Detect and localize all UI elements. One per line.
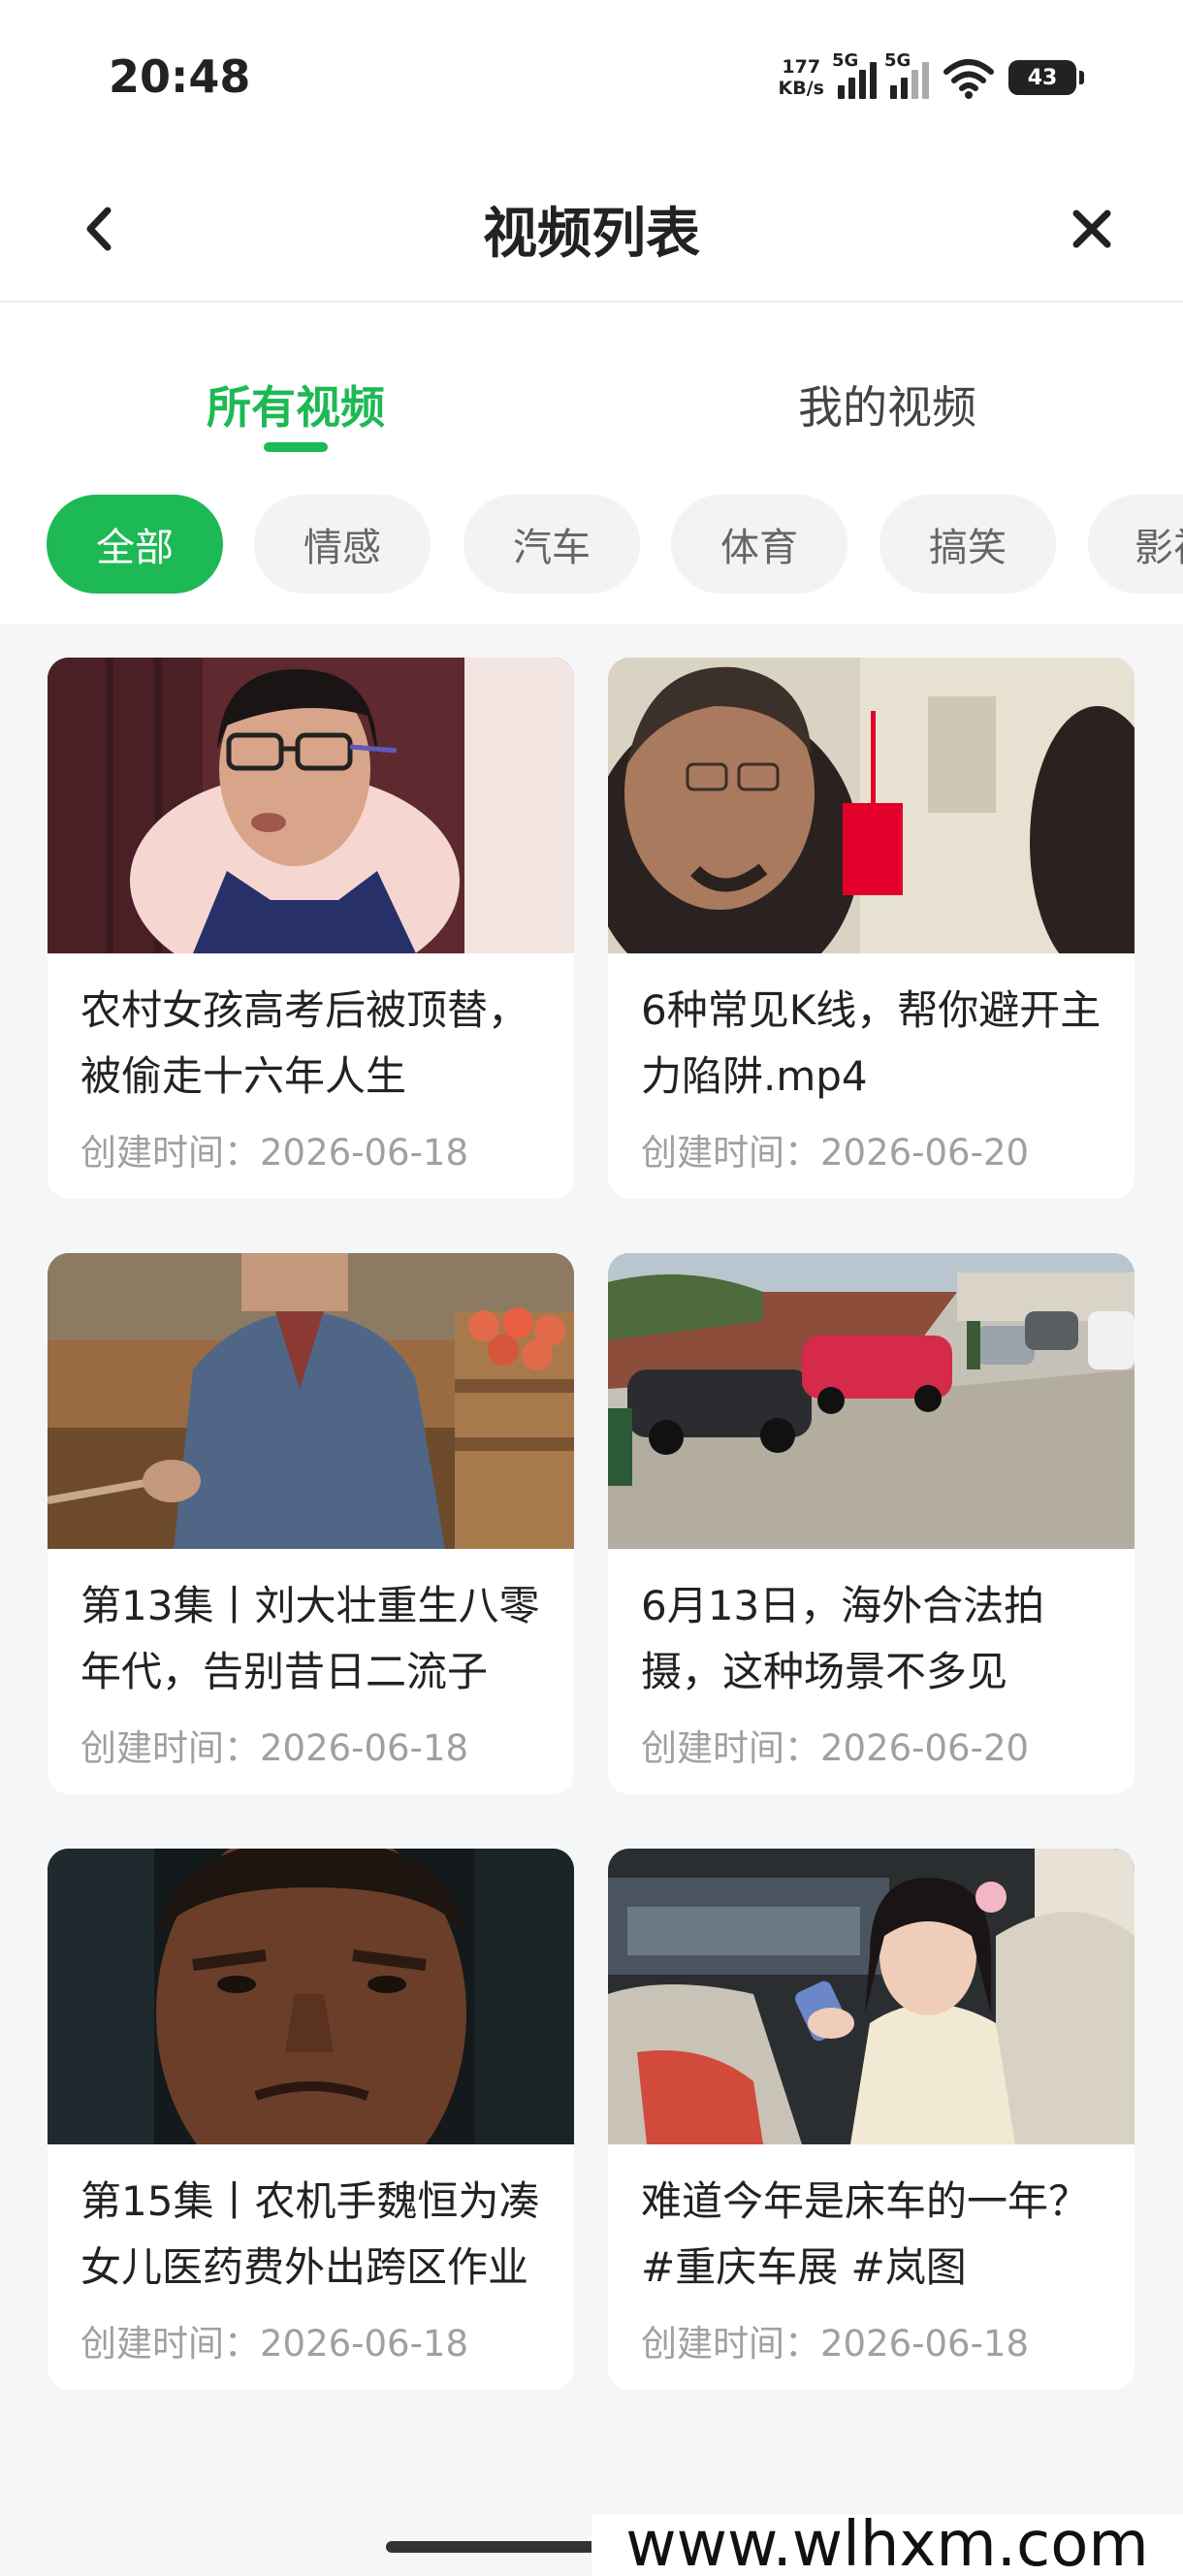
status-bar: 20:48 177 KB/s 5G 5G 43: [0, 0, 1183, 155]
video-title: 6种常见K线，帮你避开主力陷阱.mp4: [641, 986, 1102, 1100]
category-chip-emotion[interactable]: 情感: [254, 495, 431, 594]
video-title: 难道今年是床车的一年？ #重庆车展 #岚图: [641, 2177, 1090, 2291]
signal-label: 5G: [832, 50, 859, 71]
video-title: 6月13日，海外合法拍摄，这种场景不多见: [641, 1582, 1045, 1695]
app-header: 视频列表: [0, 155, 1183, 303]
video-list: 农村女孩高考后被顶替，被偷走十六年人生 创建时间：2026-06-18 6种常见…: [0, 625, 1183, 2576]
category-chip-all[interactable]: 全部: [47, 495, 223, 594]
signal-icon: 5G: [884, 50, 929, 99]
video-thumbnail: [608, 1253, 1135, 1549]
page-title: 视频列表: [483, 203, 700, 266]
video-created-date: 创建时间：2026-06-18: [80, 2323, 469, 2365]
status-time: 20:48: [109, 50, 251, 103]
video-created-date: 创建时间：2026-06-20: [641, 1727, 1030, 1769]
video-thumbnail: [48, 1849, 574, 2144]
tab-active-indicator: [264, 442, 328, 452]
category-chip-film[interactable]: 影视: [1088, 495, 1183, 594]
video-card[interactable]: 6月13日，海外合法拍摄，这种场景不多见 创建时间：2026-06-20: [608, 1253, 1135, 1794]
video-thumbnail: [48, 658, 574, 953]
video-thumbnail: [48, 1253, 574, 1549]
category-chip-sports[interactable]: 体育: [671, 495, 847, 594]
signal-icon: 5G: [832, 50, 877, 99]
network-speed: 177 KB/s: [779, 56, 824, 99]
video-card[interactable]: 难道今年是床车的一年？ #重庆车展 #岚图 创建时间：2026-06-18: [608, 1849, 1135, 2390]
video-title: 农村女孩高考后被顶替，被偷走十六年人生: [80, 986, 529, 1100]
video-created-date: 创建时间：2026-06-18: [80, 1727, 469, 1769]
video-created-date: 创建时间：2026-06-18: [641, 2323, 1030, 2365]
close-button[interactable]: [1061, 194, 1123, 264]
video-thumbnail: [608, 658, 1135, 953]
home-indicator[interactable]: [386, 2541, 619, 2553]
category-filter-bar: 全部 情感 汽车 体育 搞笑 影视: [0, 469, 1183, 625]
tab-my-videos[interactable]: 我的视频: [693, 372, 1081, 436]
category-chip-funny[interactable]: 搞笑: [879, 495, 1056, 594]
video-card[interactable]: 第13集丨刘大壮重生八零年代，告别昔日二流子 创建时间：2026-06-18: [48, 1253, 574, 1794]
video-title: 第13集丨刘大壮重生八零年代，告别昔日二流子: [80, 1582, 540, 1695]
wifi-icon: [943, 59, 994, 99]
video-created-date: 创建时间：2026-06-20: [641, 1132, 1030, 1174]
video-title: 第15集丨农机手魏恒为凑女儿医药费外出跨区作业: [80, 2177, 540, 2291]
tab-all-videos[interactable]: 所有视频: [102, 372, 490, 436]
watermark-text: www.wlhxm.com: [592, 2514, 1183, 2576]
video-card[interactable]: 第15集丨农机手魏恒为凑女儿医药费外出跨区作业 创建时间：2026-06-18: [48, 1849, 574, 2390]
video-thumbnail: [608, 1849, 1135, 2144]
battery-icon: 43: [1008, 60, 1084, 95]
video-created-date: 创建时间：2026-06-18: [80, 1132, 469, 1174]
video-card[interactable]: 农村女孩高考后被顶替，被偷走十六年人生 创建时间：2026-06-18: [48, 658, 574, 1199]
signal-label: 5G: [884, 50, 911, 71]
category-chip-auto[interactable]: 汽车: [464, 495, 640, 594]
status-indicators: 177 KB/s 5G 5G 43: [779, 50, 1084, 105]
network-speed-value: 177: [782, 56, 821, 78]
close-icon: [1072, 209, 1111, 248]
network-speed-unit: KB/s: [778, 78, 824, 99]
video-tabs: 所有视频 我的视频: [0, 305, 1183, 469]
video-card[interactable]: 6种常见K线，帮你避开主力陷阱.mp4 创建时间：2026-06-20: [608, 658, 1135, 1199]
